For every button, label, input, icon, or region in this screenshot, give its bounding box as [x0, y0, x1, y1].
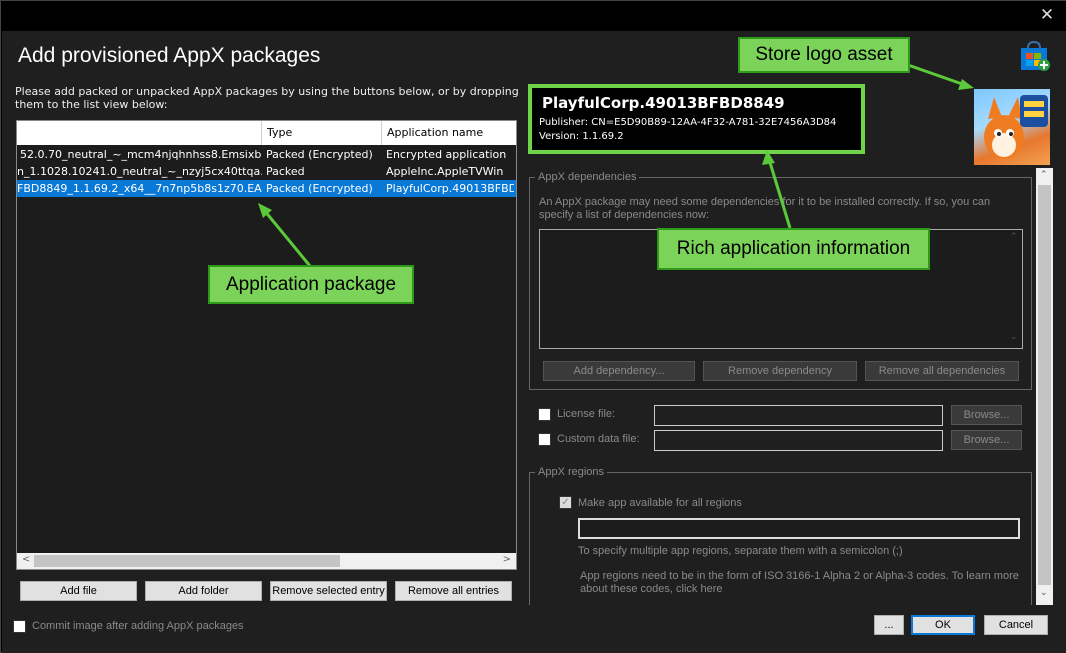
- callout-app-package: Application package: [208, 265, 414, 304]
- callout-store-logo: Store logo asset: [738, 37, 910, 73]
- callout-rich-info: Rich application information: [657, 228, 930, 270]
- annotation-arrows: [258, 63, 974, 267]
